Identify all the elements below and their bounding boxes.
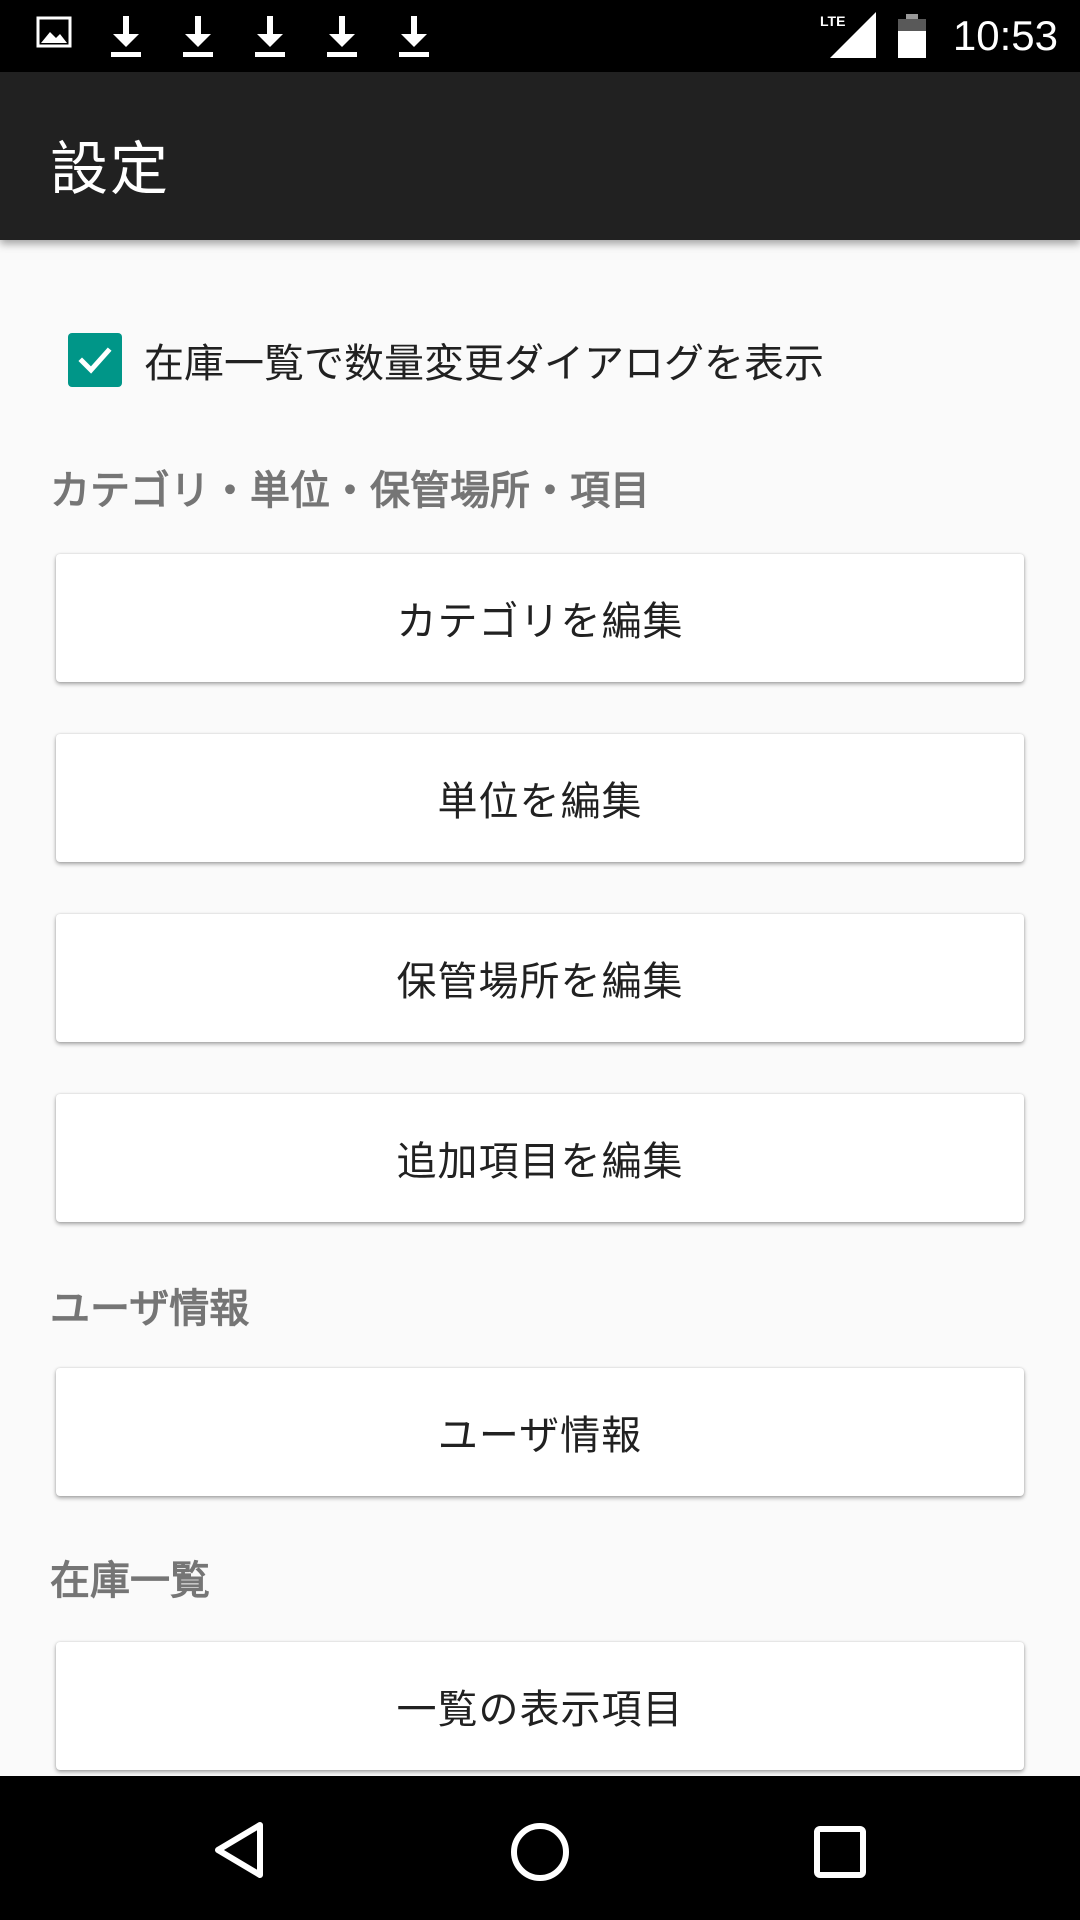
network-type-label: LTE	[820, 13, 845, 29]
quantity-dialog-setting[interactable]: 在庫一覧で数量変更ダイアログを表示	[68, 332, 824, 388]
user-info-button[interactable]: ユーザ情報	[56, 1368, 1024, 1496]
check-icon	[78, 347, 112, 374]
section-header-user-info: ユーザ情報	[50, 1286, 250, 1332]
signal-icon: LTE	[820, 12, 876, 58]
section-header-master-data: カテゴリ・単位・保管場所・項目	[50, 468, 650, 514]
home-icon[interactable]	[508, 1820, 572, 1884]
app-toolbar: 設定	[0, 72, 1080, 240]
section-header-inventory-list: 在庫一覧	[50, 1558, 210, 1604]
quantity-dialog-checkbox[interactable]	[68, 333, 122, 387]
edit-extra-fields-button[interactable]: 追加項目を編集	[56, 1094, 1024, 1222]
download-icon	[327, 16, 357, 57]
battery-icon	[898, 14, 926, 58]
download-icon	[399, 16, 429, 57]
recents-icon[interactable]	[810, 1822, 870, 1882]
clock: 10:53	[952, 12, 1058, 59]
download-icon	[183, 16, 213, 57]
download-icon	[111, 16, 141, 57]
gallery-icon	[36, 16, 72, 48]
edit-locations-button[interactable]: 保管場所を編集	[56, 914, 1024, 1042]
quantity-dialog-label: 在庫一覧で数量変更ダイアログを表示	[144, 341, 824, 387]
status-bar: LTE 10:53	[0, 0, 1080, 72]
edit-units-button[interactable]: 単位を編集	[56, 734, 1024, 862]
back-icon[interactable]	[210, 1820, 270, 1880]
page-title: 設定	[50, 135, 171, 203]
system-nav-bar	[0, 1776, 1080, 1920]
settings-list: 在庫一覧で数量変更ダイアログを表示 カテゴリ・単位・保管場所・項目 カテゴリを編…	[0, 240, 1080, 1776]
list-display-fields-button[interactable]: 一覧の表示項目	[56, 1642, 1024, 1770]
download-icon	[255, 16, 285, 57]
edit-categories-button[interactable]: カテゴリを編集	[56, 554, 1024, 682]
